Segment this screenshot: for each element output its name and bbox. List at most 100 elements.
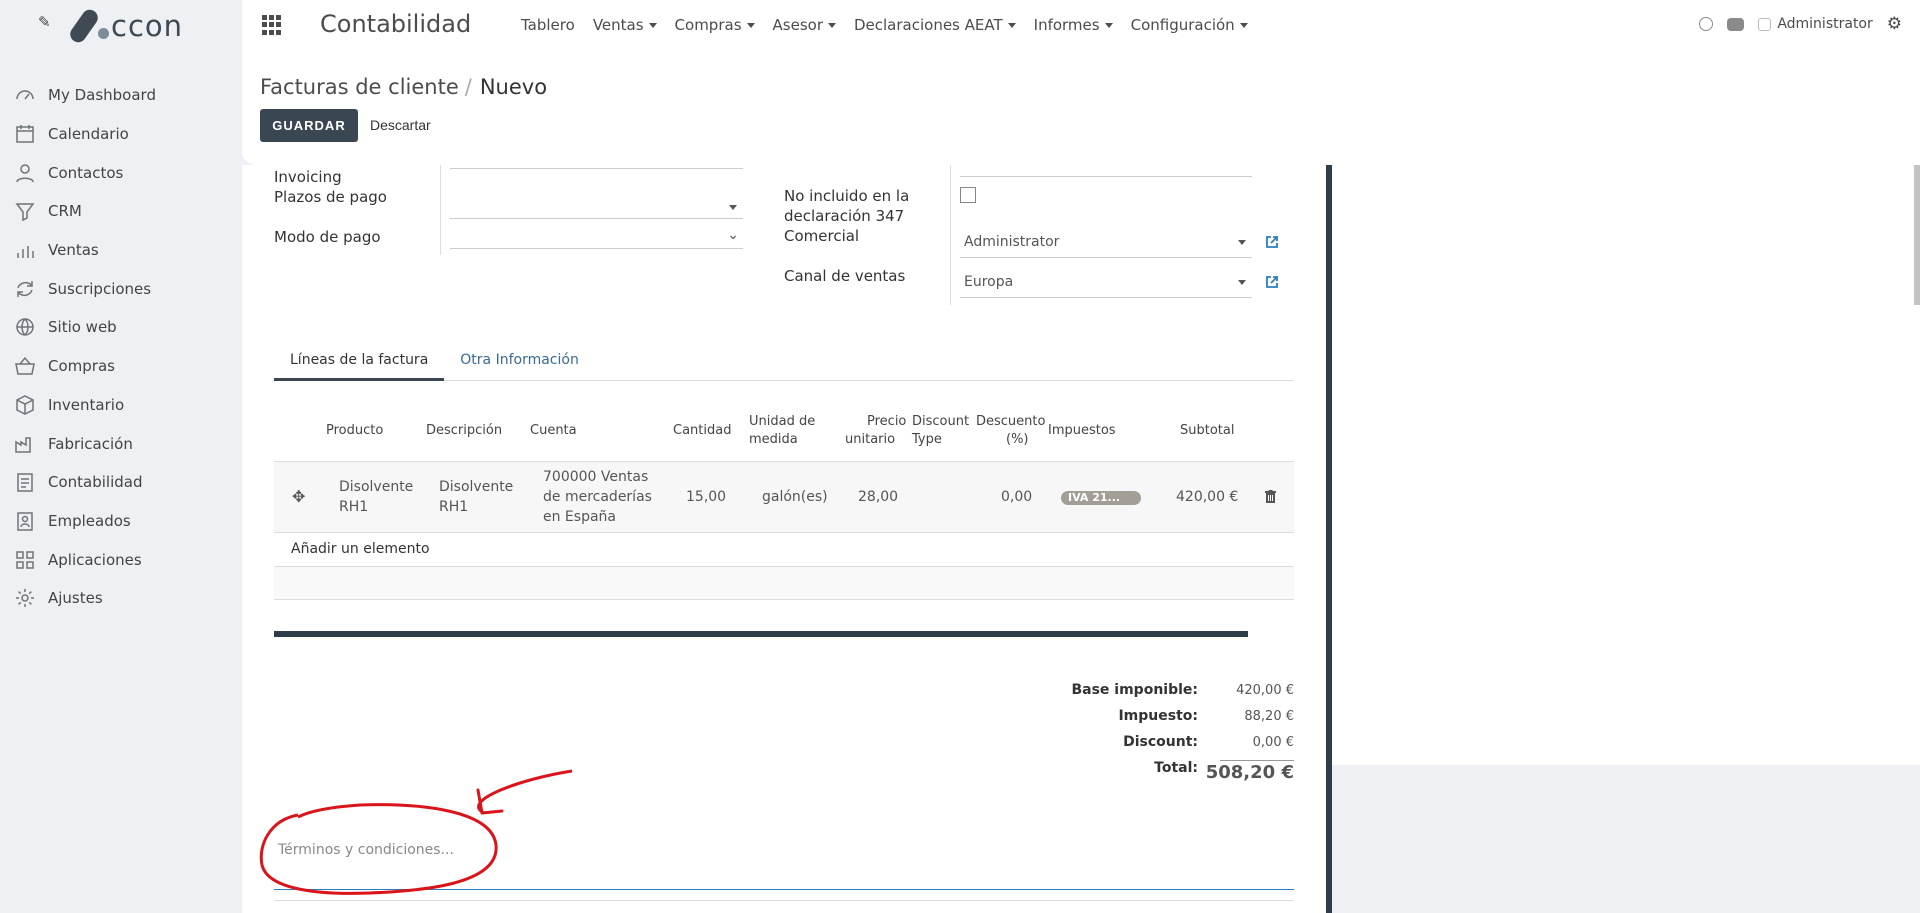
caret-down-icon bbox=[746, 23, 755, 28]
sidebar-item-label: Calendario bbox=[48, 125, 129, 144]
sidebar-item-ajustes[interactable]: Ajustes bbox=[0, 579, 242, 618]
header-description[interactable]: Descripción bbox=[426, 422, 502, 440]
tax-value: 88,20 € bbox=[1244, 709, 1294, 724]
header-quantity[interactable]: Cantidad bbox=[673, 422, 731, 440]
header-product[interactable]: Producto bbox=[326, 422, 383, 440]
menu-tablero[interactable]: Tablero bbox=[521, 16, 575, 34]
cell-product-1[interactable]: Disolvente bbox=[339, 477, 413, 497]
salesperson-select[interactable]: Administrator bbox=[960, 230, 1252, 258]
logo[interactable]: ccon bbox=[67, 6, 183, 46]
menu-asesor[interactable]: Asesor bbox=[773, 16, 836, 34]
payment-mode-select[interactable]: ⌄ bbox=[450, 225, 743, 249]
discard-button[interactable]: Descartar bbox=[370, 109, 431, 142]
main-menu: Tablero Ventas Compras Asesor Declaracio… bbox=[521, 0, 1266, 50]
sidebar-item-label: Empleados bbox=[48, 511, 131, 530]
no347-checkbox[interactable] bbox=[960, 187, 976, 203]
breadcrumb-parent[interactable]: Facturas de cliente bbox=[260, 75, 459, 99]
sidebar-item-contabilidad[interactable]: Contabilidad bbox=[0, 463, 242, 502]
cell-account-2[interactable]: de mercaderías bbox=[543, 487, 652, 507]
caret-down-icon bbox=[1238, 280, 1246, 285]
trash-icon[interactable] bbox=[1265, 490, 1276, 503]
invoicing-field[interactable] bbox=[450, 145, 743, 169]
sidebar-item-compras[interactable]: Compras bbox=[0, 347, 242, 386]
header-price-1[interactable]: Precio bbox=[867, 413, 906, 431]
sidebar: ✎ ccon My Dashboard Calendario Contactos CR… bbox=[0, 0, 242, 913]
scrollbar[interactable] bbox=[1914, 165, 1920, 305]
sidebar-item-calendario[interactable]: Calendario bbox=[0, 115, 242, 154]
menu-compras[interactable]: Compras bbox=[675, 16, 755, 34]
activity-clock-icon[interactable] bbox=[1699, 17, 1714, 31]
cell-uom[interactable]: galón(es) bbox=[762, 487, 828, 507]
external-link-icon[interactable] bbox=[1265, 235, 1279, 249]
apps-grid-icon bbox=[14, 549, 36, 571]
header-subtotal[interactable]: Subtotal bbox=[1180, 422, 1234, 440]
sales-channel-select[interactable]: Europa bbox=[960, 270, 1252, 298]
tab-invoice-lines[interactable]: Líneas de la factura bbox=[274, 345, 445, 381]
tab-other-info[interactable]: Otra Información bbox=[444, 345, 595, 381]
save-button[interactable]: GUARDAR bbox=[260, 109, 358, 142]
menu-label: Informes bbox=[1033, 16, 1100, 34]
tax-badge[interactable]: IVA 21... bbox=[1061, 491, 1141, 505]
menu-label: Configuración bbox=[1130, 16, 1235, 34]
sales-channel-label: Canal de ventas bbox=[784, 267, 906, 285]
header-uom-1[interactable]: Unidad de bbox=[749, 413, 815, 431]
avatar[interactable] bbox=[1758, 17, 1772, 31]
sidebar-item-suscripciones[interactable]: Suscripciones bbox=[0, 269, 242, 308]
cell-account-1[interactable]: 700000 Ventas bbox=[543, 467, 648, 487]
header-account[interactable]: Cuenta bbox=[530, 422, 577, 440]
menu-label: Declaraciones AEAT bbox=[853, 16, 1003, 34]
terms-textarea[interactable] bbox=[274, 838, 1294, 890]
globe-icon bbox=[14, 316, 36, 338]
menu-declaraciones[interactable]: Declaraciones AEAT bbox=[854, 16, 1016, 34]
total-label: Total: bbox=[1154, 760, 1198, 776]
sidebar-item-fabricación[interactable]: Fabricación bbox=[0, 424, 242, 463]
header-taxes[interactable]: Impuestos bbox=[1048, 422, 1116, 440]
funnel-icon bbox=[14, 200, 36, 222]
cell-subtotal[interactable]: 420,00 € bbox=[1176, 487, 1238, 507]
chat-icon[interactable] bbox=[1727, 17, 1745, 31]
cell-description-2[interactable]: RH1 bbox=[439, 497, 468, 517]
cell-quantity[interactable]: 15,00 bbox=[686, 487, 726, 507]
field-divider bbox=[440, 165, 441, 255]
drag-handle-icon[interactable]: ✥ bbox=[292, 487, 305, 507]
tax-label: Impuesto: bbox=[1118, 708, 1198, 724]
sidebar-item-ventas[interactable]: Ventas bbox=[0, 231, 242, 270]
menu-ventas[interactable]: Ventas bbox=[593, 16, 657, 34]
header-dtype-1[interactable]: Discount bbox=[912, 413, 969, 431]
menu-informes[interactable]: Informes bbox=[1034, 16, 1113, 34]
field-divider bbox=[950, 165, 951, 305]
factory-icon bbox=[14, 433, 36, 455]
gear-icon bbox=[14, 587, 36, 609]
breadcrumb: Facturas de cliente / Nuevo bbox=[260, 75, 547, 99]
cell-price[interactable]: 28,00 bbox=[858, 487, 898, 507]
menu-label: Asesor bbox=[772, 16, 823, 34]
header-discount-1[interactable]: Descuento bbox=[976, 413, 1045, 431]
sidebar-item-aplicaciones[interactable]: Aplicaciones bbox=[0, 540, 242, 579]
external-link-icon[interactable] bbox=[1265, 275, 1279, 289]
caret-down-icon bbox=[1239, 23, 1248, 28]
add-line-link[interactable]: Añadir un elemento bbox=[291, 541, 430, 557]
cell-discount[interactable]: 0,00 bbox=[1001, 487, 1032, 507]
chevron-down-icon: ⌄ bbox=[727, 227, 739, 243]
sidebar-item-label: Sitio web bbox=[48, 318, 117, 337]
sidebar-item-label: My Dashboard bbox=[48, 86, 156, 105]
ledger-icon bbox=[14, 471, 36, 493]
edit-icon[interactable]: ✎ bbox=[38, 13, 51, 31]
sidebar-item-empleados[interactable]: Empleados bbox=[0, 502, 242, 541]
salesperson-value: Administrator bbox=[964, 234, 1060, 250]
sidebar-item-contactos[interactable]: Contactos bbox=[0, 153, 242, 192]
sidebar-item-my-dashboard[interactable]: My Dashboard bbox=[0, 76, 242, 115]
sidebar-item-crm[interactable]: CRM bbox=[0, 192, 242, 231]
apps-menu-icon[interactable] bbox=[262, 15, 282, 35]
caret-down-icon bbox=[1104, 23, 1113, 28]
top-right-field[interactable] bbox=[960, 153, 1252, 177]
sidebar-item-sitio-web[interactable]: Sitio web bbox=[0, 308, 242, 347]
cell-product-2[interactable]: RH1 bbox=[339, 497, 368, 517]
cell-account-3[interactable]: en España bbox=[543, 507, 616, 527]
menu-configuracion[interactable]: Configuración bbox=[1131, 16, 1248, 34]
payment-terms-select[interactable] bbox=[450, 195, 743, 219]
gear-icon[interactable]: ⚙ bbox=[1887, 14, 1902, 34]
sidebar-item-inventario[interactable]: Inventario bbox=[0, 386, 242, 425]
cell-description-1[interactable]: Disolvente bbox=[439, 477, 513, 497]
user-name[interactable]: Administrator bbox=[1777, 16, 1872, 32]
